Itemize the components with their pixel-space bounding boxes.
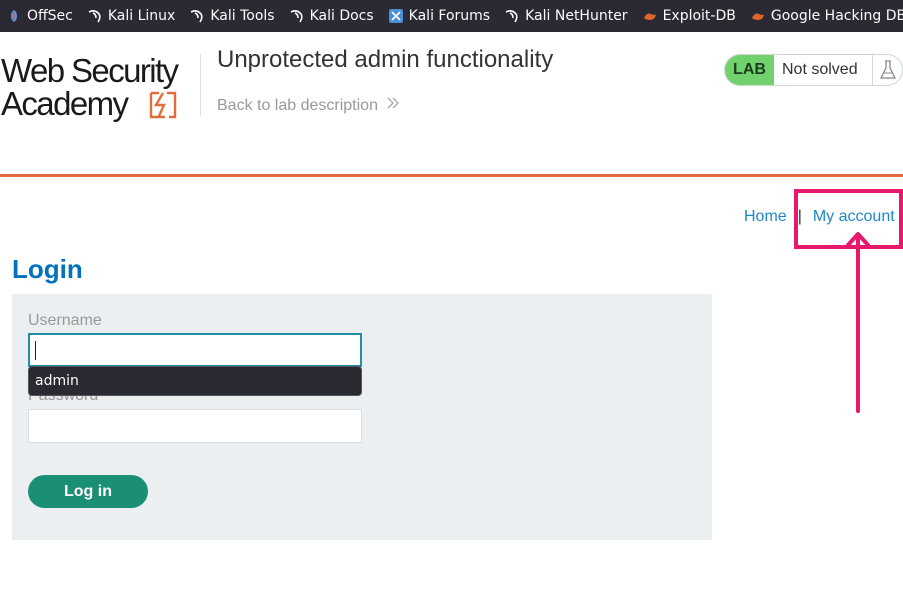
nav-home-link[interactable]: Home [744,208,787,226]
lab-title: Unprotected admin functionality [217,46,554,73]
logo-line1: Web Security [1,52,179,89]
kali-dragon-icon [87,8,103,24]
bookmarks-toolbar: OffSec Kali Linux Kali Tools Kali Docs K… [0,0,903,32]
bookmark-exploit-db[interactable]: Exploit-DB [642,8,736,24]
bookmark-label: Exploit-DB [662,8,736,24]
header-rule [0,174,903,177]
offsec-icon [6,8,22,24]
back-to-lab-description-link[interactable]: Back to lab description [217,96,400,115]
bookmark-label: Kali Docs [309,8,374,24]
back-link-label: Back to lab description [217,96,378,114]
bookmark-label: Kali Tools [210,8,275,24]
exploit-db-icon [750,8,766,24]
bookmark-label: Kali Linux [107,8,176,24]
lab-tag: LAB [725,55,774,85]
kali-dragon-icon [504,8,520,24]
logo-bolt-icon [149,91,177,119]
web-security-academy-logo[interactable]: Web Security Academy [0,54,200,124]
header-divider [200,54,201,116]
flask-icon [873,55,902,85]
autocomplete-suggestion[interactable]: admin [28,366,362,396]
login-button[interactable]: Log in [28,475,148,508]
annotation-arrow-icon [846,232,870,413]
bookmark-google-hacking-db[interactable]: Google Hacking DB [750,8,903,24]
password-input[interactable] [28,409,362,443]
bookmark-label: Google Hacking DB [770,8,903,24]
bookmark-kali-forums[interactable]: Kali Forums [388,8,490,24]
kali-dragon-icon [189,8,205,24]
bookmark-kali-tools[interactable]: Kali Tools [189,8,275,24]
bookmark-label: Kali Forums [408,8,491,24]
bookmark-label: Kali NetHunter [525,8,628,24]
double-chevron-right-icon [386,96,400,115]
page-title: Login [12,254,83,284]
logo-line2: Academy [1,85,129,122]
exploit-db-icon [642,8,658,24]
kali-forums-icon [388,8,404,24]
bookmark-kali-nethunter[interactable]: Kali NetHunter [504,8,628,24]
bookmark-kali-linux[interactable]: Kali Linux [87,8,175,24]
bookmark-offsec[interactable]: OffSec [6,8,73,24]
username-input[interactable] [28,333,362,367]
kali-dragon-icon [289,8,305,24]
bookmark-kali-docs[interactable]: Kali Docs [289,8,374,24]
bookmark-label: OffSec [27,8,73,24]
lab-status-text: Not solved [774,55,873,85]
lab-status-widget: LAB Not solved [724,54,903,86]
username-label: Username [28,312,102,329]
text-caret [35,341,36,360]
